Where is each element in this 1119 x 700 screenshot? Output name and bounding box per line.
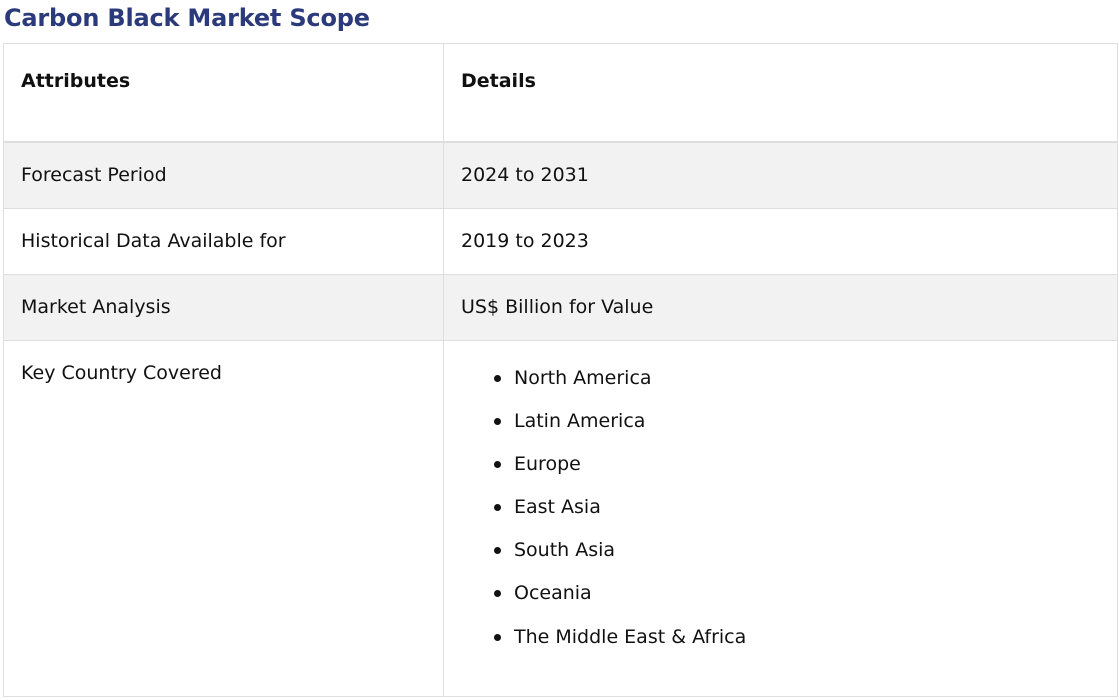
- detail-cell-regions: North America Latin America Europe East …: [443, 339, 1118, 697]
- table-row-key-country: Key Country Covered North America Latin …: [3, 339, 1118, 697]
- page-title: Carbon Black Market Scope: [4, 4, 370, 32]
- list-item: The Middle East & Africa: [494, 622, 1117, 665]
- detail-cell: 2024 to 2031: [443, 141, 1118, 209]
- list-item: Latin America: [494, 406, 1117, 449]
- table-row: Market Analysis US$ Billion for Value: [3, 273, 1118, 341]
- list-item: Oceania: [494, 578, 1117, 621]
- list-item: South Asia: [494, 535, 1117, 578]
- attribute-cell: Forecast Period: [3, 141, 444, 209]
- detail-cell: US$ Billion for Value: [443, 273, 1118, 341]
- attribute-cell: Key Country Covered: [3, 339, 444, 697]
- column-header-details: Details: [443, 43, 1118, 143]
- table-row: Forecast Period 2024 to 2031: [3, 141, 1118, 209]
- attribute-cell: Historical Data Available for: [3, 207, 444, 275]
- list-item: Europe: [494, 449, 1117, 492]
- list-item: North America: [494, 363, 1117, 406]
- column-header-attributes: Attributes: [3, 43, 444, 143]
- page: Carbon Black Market Scope Attributes Det…: [0, 0, 1119, 700]
- market-scope-table: Attributes Details Forecast Period 2024 …: [3, 43, 1118, 697]
- table-row: Historical Data Available for 2019 to 20…: [3, 207, 1118, 275]
- list-item: East Asia: [494, 492, 1117, 535]
- detail-cell: 2019 to 2023: [443, 207, 1118, 275]
- table-header-row: Attributes Details: [3, 43, 1118, 143]
- regions-list: North America Latin America Europe East …: [461, 363, 1117, 665]
- attribute-cell: Market Analysis: [3, 273, 444, 341]
